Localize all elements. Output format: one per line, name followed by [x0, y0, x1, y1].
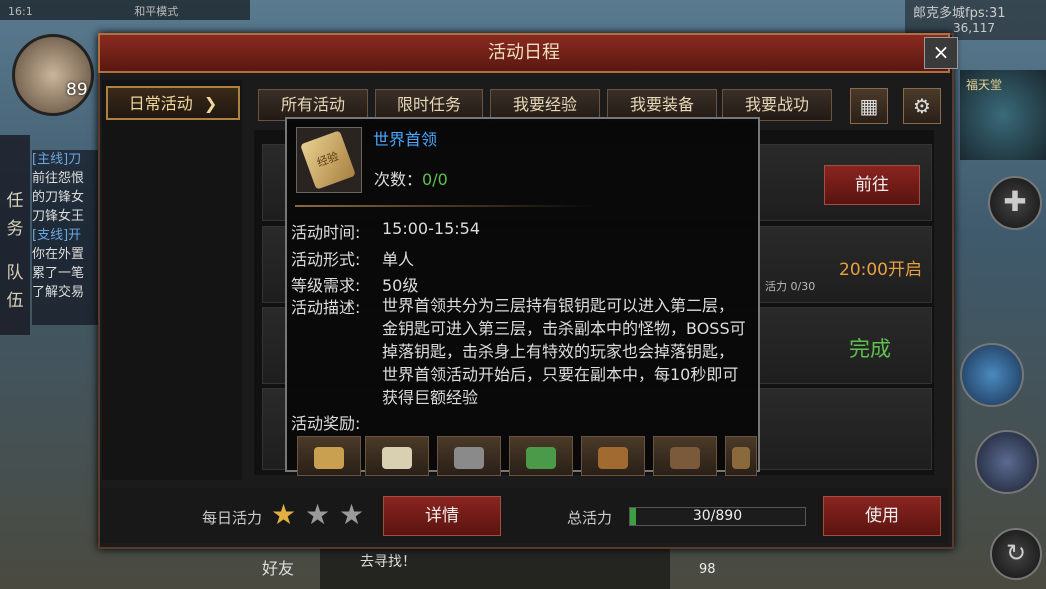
- popup-title: 世界首领: [373, 130, 438, 149]
- quest-line: 你在外置: [32, 247, 85, 262]
- skill-button-2[interactable]: [975, 430, 1039, 494]
- count-row: 次数：0/0: [374, 166, 448, 190]
- minimap[interactable]: 福天堂: [960, 70, 1046, 160]
- dpad-button[interactable]: ✚: [988, 176, 1042, 230]
- chevron-right-icon: ❯: [203, 94, 218, 113]
- status-bar: 16:1 和平模式: [0, 0, 250, 20]
- time-value: 15:00-15:54: [382, 219, 480, 238]
- fps-text: 郎克多城fps:31: [913, 6, 1006, 21]
- gear-icon[interactable]: ⚙: [903, 88, 941, 124]
- bottom-level: 98: [699, 562, 716, 577]
- detail-button[interactable]: 详情: [383, 496, 501, 536]
- popup-divider: [295, 205, 595, 207]
- side-tab-char[interactable]: 务: [6, 218, 24, 240]
- reward-item[interactable]: [581, 436, 645, 476]
- calendar-icon[interactable]: ▦: [850, 88, 888, 124]
- side-tabs[interactable]: 任 务 队 伍: [0, 135, 30, 335]
- skill-button[interactable]: [960, 343, 1024, 407]
- level-value: 50级: [382, 276, 419, 295]
- quest-tracker[interactable]: [主线]刀 前往怨恨 的刀锋女 刀锋女王 [支线]开 你在外置 累了一笔 了解交…: [32, 150, 102, 325]
- total-vitality-label: 总活力: [567, 509, 613, 527]
- quest-line: 刀锋女王: [32, 209, 85, 224]
- star-icon: ★: [271, 498, 297, 531]
- clock-text: 16:1: [8, 5, 33, 18]
- reward-item[interactable]: [509, 436, 573, 476]
- refresh-icon[interactable]: ↻: [990, 528, 1042, 580]
- quest-line: [支线]开: [32, 228, 82, 243]
- use-button[interactable]: 使用: [823, 496, 941, 536]
- vitality-small-text: 活力 0/30: [765, 280, 816, 293]
- goto-button[interactable]: 前往: [824, 165, 920, 205]
- reward-item[interactable]: [725, 436, 757, 476]
- star-icon: ★: [339, 498, 365, 531]
- chat-box[interactable]: 去寻找！: [320, 543, 670, 589]
- side-tab-char[interactable]: 伍: [6, 290, 24, 312]
- quest-line: 了解交易: [32, 285, 85, 300]
- form-label: 活动形式:: [291, 250, 361, 269]
- open-time-text: 20:00开启: [839, 260, 922, 280]
- desc-value: 世界首领共分为三层持有银钥匙可以进入第二层，金钥匙可进入第三层，击杀副本中的怪物…: [382, 296, 746, 407]
- player-level: 89: [66, 80, 88, 100]
- activity-item-icon: 经验: [296, 127, 362, 193]
- quest-line: [主线]刀: [32, 152, 82, 167]
- count-value: 0/0: [422, 170, 448, 189]
- time-label: 活动时间:: [291, 223, 361, 242]
- pk-mode-label[interactable]: 和平模式: [134, 3, 178, 19]
- quest-line: 前往怨恨: [32, 171, 85, 186]
- complete-status: 完成: [849, 337, 891, 361]
- reward-label: 活动奖励:: [291, 414, 361, 433]
- level-label: 等级需求:: [291, 276, 361, 295]
- reward-item[interactable]: [297, 436, 361, 476]
- side-tab-char[interactable]: 队: [6, 262, 24, 284]
- player-avatar[interactable]: [12, 34, 94, 116]
- scroll-icon: 经验: [300, 130, 356, 190]
- side-tab-char[interactable]: 任: [6, 190, 24, 212]
- daily-vitality-label: 每日活力: [202, 509, 263, 527]
- reward-item[interactable]: [437, 436, 501, 476]
- map-label: 福天堂: [966, 78, 1003, 92]
- reward-item[interactable]: [653, 436, 717, 476]
- form-value: 单人: [382, 250, 415, 269]
- quest-line: 累了一笔: [32, 266, 85, 281]
- vitality-progress-bar: 30/890: [629, 507, 806, 526]
- close-button[interactable]: ×: [924, 37, 958, 69]
- quest-line: 的刀锋女: [32, 190, 85, 205]
- category-column: [102, 80, 242, 480]
- daily-activity-label: 日常活动: [128, 94, 193, 113]
- desc-label: 活动描述:: [291, 298, 361, 317]
- friend-button[interactable]: 好友: [262, 555, 294, 579]
- daily-activity-button[interactable]: 日常活动 ❯: [106, 86, 240, 120]
- dialog-title: 活动日程: [488, 42, 560, 63]
- dialog-title-bar: 活动日程: [98, 33, 950, 73]
- vitality-value: 30/890: [692, 508, 743, 524]
- chat-text: 去寻找！: [360, 554, 416, 570]
- count-label: 次数：: [374, 170, 423, 189]
- star-icon: ★: [305, 498, 331, 531]
- reward-item[interactable]: [365, 436, 429, 476]
